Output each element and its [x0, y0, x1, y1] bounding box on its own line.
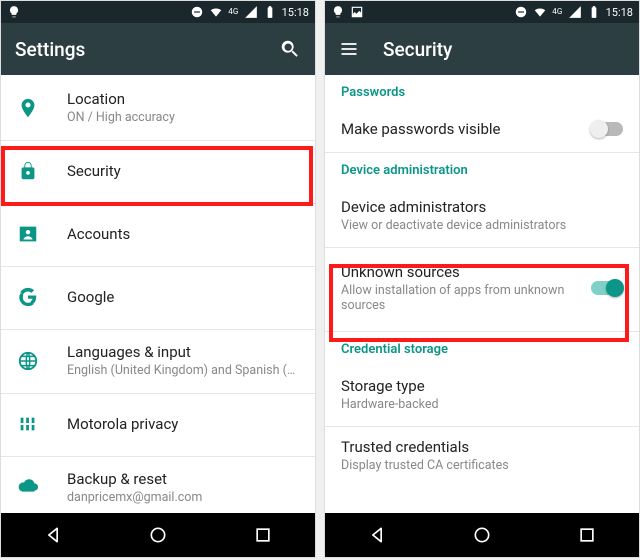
google-icon: [17, 286, 39, 308]
settings-screen: 4G 15:18 Settings Location ON / High acc…: [0, 0, 316, 558]
list-item-motorola-privacy[interactable]: Motorola privacy: [1, 392, 315, 455]
signal-icon: [244, 5, 258, 19]
security-list[interactable]: Passwords Make passwords visible Device …: [325, 75, 639, 513]
row-subtitle: Hardware-backed: [341, 397, 623, 412]
wifi-icon: [209, 5, 223, 19]
app-bar: Settings: [1, 23, 315, 75]
clock-label: 15:18: [282, 6, 309, 19]
list-item-title: Motorola privacy: [67, 415, 178, 433]
section-header-device-admin: Device administration: [325, 152, 639, 186]
home-icon[interactable]: [148, 525, 168, 545]
list-item-title: Location: [67, 90, 175, 108]
row-title: Make passwords visible: [341, 120, 581, 138]
page-title: Security: [383, 38, 452, 61]
back-icon[interactable]: [43, 525, 63, 545]
list-item-title: Accounts: [67, 225, 130, 243]
search-icon[interactable]: [279, 38, 301, 60]
location-icon: [17, 97, 39, 119]
row-title: Trusted credentials: [341, 438, 623, 456]
settings-list[interactable]: Location ON / High accuracy Security Acc…: [1, 75, 315, 513]
section-header-credential-storage: Credential storage: [325, 331, 639, 365]
list-item-accounts[interactable]: Accounts: [1, 202, 315, 265]
recents-icon[interactable]: [577, 525, 597, 545]
status-bar: 4G 15:18: [1, 1, 315, 23]
list-item-subtitle: danpricemx@gmail.com: [67, 490, 202, 505]
list-item-subtitle: ON / High accuracy: [67, 110, 175, 125]
toggle-passwords-visible[interactable]: [591, 122, 623, 136]
row-title: Storage type: [341, 377, 623, 395]
privacy-icon: [17, 413, 39, 435]
dnd-icon: [514, 5, 528, 19]
account-icon: [17, 223, 39, 245]
bulb-icon: [7, 5, 21, 19]
row-trusted-credentials[interactable]: Trusted credentials Display trusted CA c…: [325, 426, 639, 487]
list-item-languages[interactable]: Languages & input English (United Kingdo…: [1, 328, 315, 392]
row-device-administrators[interactable]: Device administrators View or deactivate…: [325, 186, 639, 247]
row-storage-type[interactable]: Storage type Hardware-backed: [325, 365, 639, 426]
row-make-passwords-visible[interactable]: Make passwords visible: [325, 108, 639, 152]
list-item-location[interactable]: Location ON / High accuracy: [1, 75, 315, 139]
row-title: Unknown sources: [341, 263, 581, 281]
toggle-unknown-sources[interactable]: [591, 281, 623, 295]
dnd-icon: [190, 5, 204, 19]
list-item-subtitle: English (United Kingdom) and Spanish (M.…: [67, 363, 297, 378]
globe-icon: [17, 350, 39, 372]
section-header-passwords: Passwords: [325, 75, 639, 108]
page-title: Settings: [15, 38, 85, 61]
list-item-title: Security: [67, 162, 121, 180]
recents-icon[interactable]: [253, 525, 273, 545]
bulb-icon: [331, 5, 345, 19]
row-subtitle: Allow installation of apps from unknown …: [341, 283, 581, 313]
lock-icon: [17, 160, 39, 182]
clock-label: 15:18: [606, 6, 633, 19]
row-subtitle: View or deactivate device administrators: [341, 218, 623, 233]
list-item-security[interactable]: Security: [1, 139, 315, 202]
status-bar: 4G 15:18: [325, 1, 639, 23]
back-icon[interactable]: [367, 525, 387, 545]
security-screen: 4G 15:18 Security Passwords Make passwor…: [324, 0, 640, 558]
wifi-icon: [533, 5, 547, 19]
list-item-google[interactable]: Google: [1, 265, 315, 328]
list-item-title: Google: [67, 288, 114, 306]
row-unknown-sources[interactable]: Unknown sources Allow installation of ap…: [325, 247, 639, 331]
backup-icon: [17, 477, 39, 499]
network-label: 4G: [228, 8, 238, 16]
battery-icon: [263, 5, 277, 19]
row-title: Device administrators: [341, 198, 623, 216]
list-item-title: Backup & reset: [67, 470, 202, 488]
battery-icon: [587, 5, 601, 19]
app-bar: Security: [325, 23, 639, 75]
row-subtitle: Display trusted CA certificates: [341, 458, 623, 473]
home-icon[interactable]: [472, 525, 492, 545]
list-item-backup[interactable]: Backup & reset danpricemx@gmail.com: [1, 455, 315, 513]
network-label: 4G: [552, 8, 562, 16]
image-icon: [350, 5, 364, 19]
navigation-bar: [325, 513, 639, 557]
navigation-bar: [1, 513, 315, 557]
list-item-title: Languages & input: [67, 343, 297, 361]
menu-icon[interactable]: [339, 39, 359, 59]
signal-icon: [568, 5, 582, 19]
